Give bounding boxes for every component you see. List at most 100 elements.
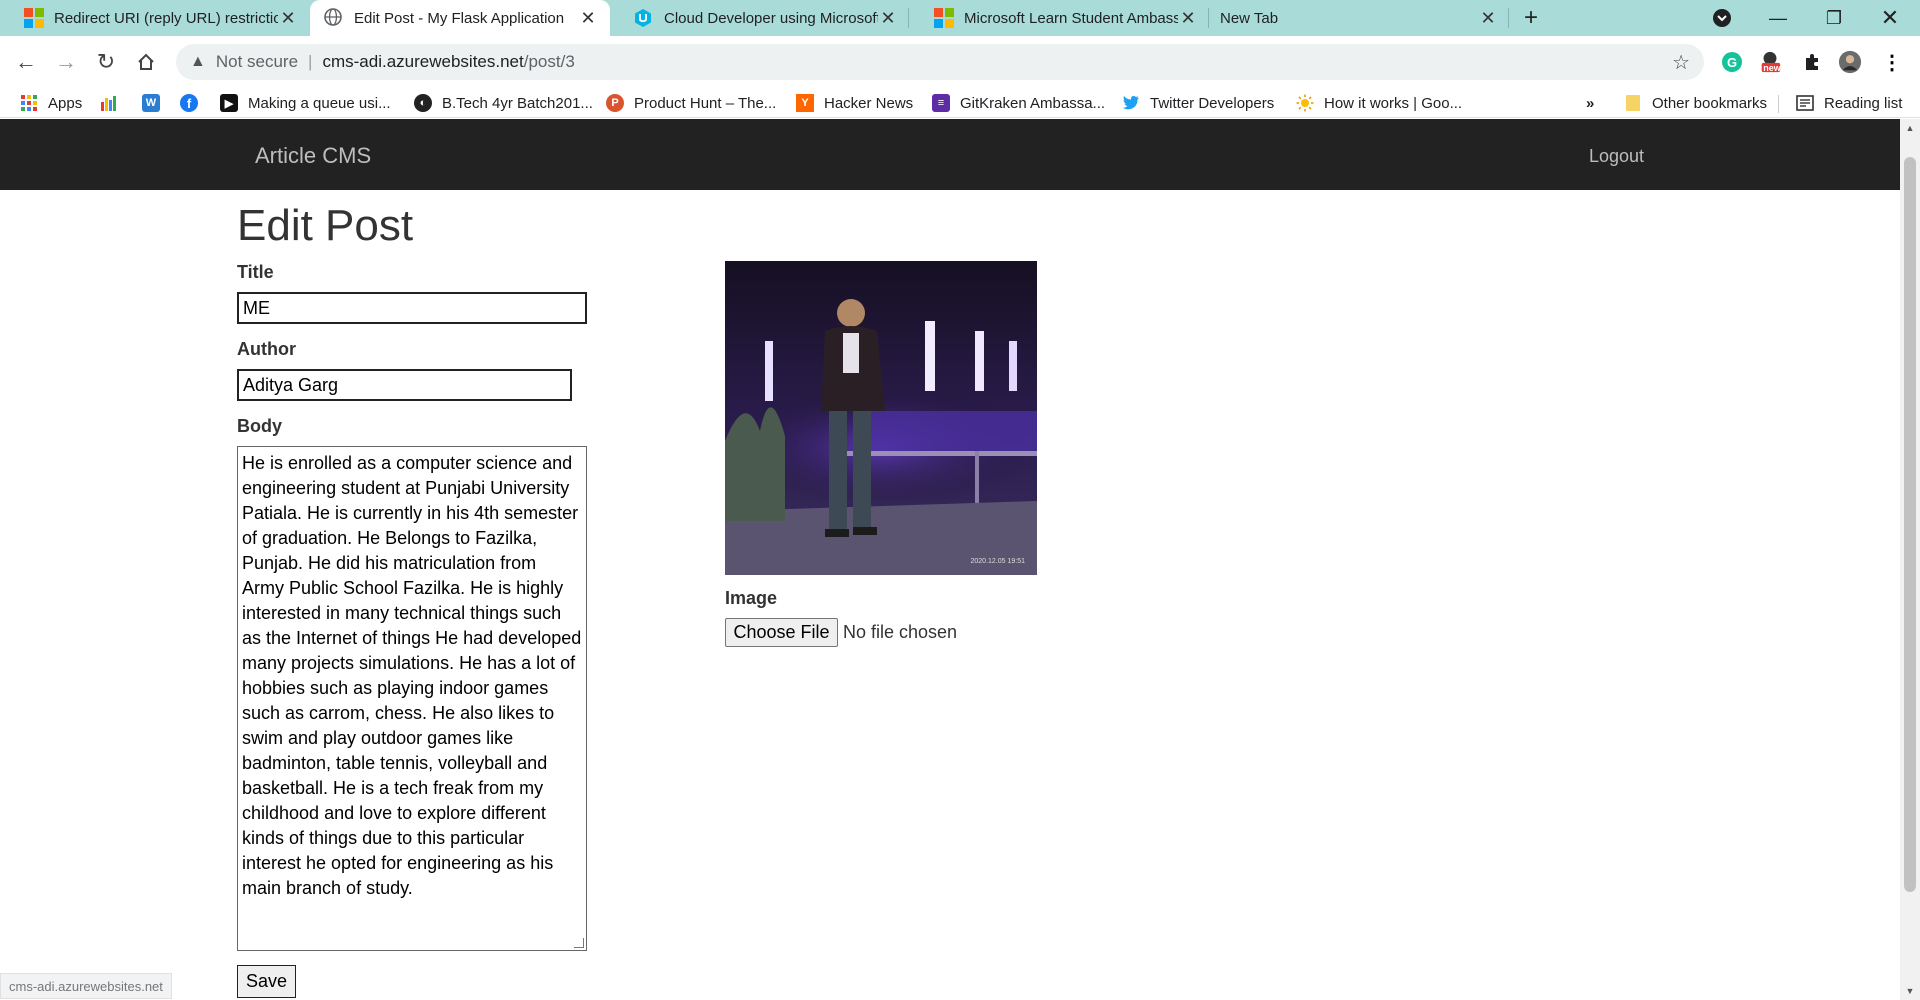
status-bubble: cms-adi.azurewebsites.net [0,973,172,999]
bookmark-label: Twitter Developers [1150,94,1275,112]
bookmark-label: Apps [48,94,83,112]
product-hunt-icon: P [606,94,624,112]
tab-search-icon[interactable] [1696,0,1748,36]
choose-file-button[interactable]: Choose File [725,618,838,647]
cursor-bookmark-icon: ▶ [220,94,238,112]
gitkraken-icon: ≡ [932,94,950,112]
bookmark-queue[interactable]: ▶ Making a queue usi... [220,92,391,114]
forward-arrow-icon[interactable]: → [52,48,80,76]
bookmarks-divider [1778,95,1779,113]
reading-list[interactable]: Reading list [1796,92,1902,114]
body-textarea[interactable]: He is enrolled as a computer science and… [237,446,587,951]
page-scrollbar[interactable]: ▲ ▼ [1900,119,1920,1000]
bookmark-product-hunt[interactable]: P Product Hunt – The... [606,92,776,114]
author-input[interactable] [237,369,572,401]
image-label: Image [725,588,778,608]
warning-icon[interactable]: ▲ [190,53,206,71]
bookmark-chart[interactable] [100,92,128,114]
bookmark-label: Making a queue usi... [248,94,391,112]
folder-icon [1624,94,1642,112]
home-icon[interactable] [132,48,160,76]
globe-icon [324,8,344,28]
twitter-icon [1122,94,1140,112]
resize-grip-icon[interactable] [574,938,584,948]
chart-bookmark-icon [100,94,118,112]
tab-title: New Tab [1220,9,1279,27]
tab-redirect-uri[interactable]: Redirect URI (reply URL) restrictio ✕ [0,0,310,36]
bookmark-hacker-news[interactable]: Y Hacker News [796,92,913,114]
title-input[interactable] [237,292,587,324]
bookmark-btech[interactable]: ◐ B.Tech 4yr Batch201... [414,92,593,114]
bookmark-label: Hacker News [824,94,914,112]
url-path[interactable]: /post/3 [524,52,575,72]
minimize-icon[interactable]: — [1752,0,1804,36]
close-tab-icon[interactable]: ✕ [278,8,298,29]
bookmark-gitkraken[interactable]: ≡ GitKraken Ambassa... [932,92,1105,114]
tab-title: Redirect URI (reply URL) restrictio [54,9,278,27]
close-tab-icon[interactable]: ✕ [878,8,898,29]
page-content: Article CMS Logout Edit Post Title Autho… [0,119,1900,1000]
tab-edit-post[interactable]: Edit Post - My Flask Application ✕ [310,0,610,36]
udacity-icon [634,8,654,28]
tab-mlsa[interactable]: Microsoft Learn Student Ambass ✕ [910,0,1210,36]
bookmark-label: GitKraken Ambassa... [960,94,1106,112]
bookmark-star-icon[interactable]: ☆ [1672,50,1690,75]
close-window-icon[interactable]: ✕ [1864,0,1916,36]
reading-list-icon [1796,94,1814,112]
file-status: No file chosen [843,622,958,642]
extensions-puzzle-icon[interactable] [1800,50,1824,74]
bookmark-twitter[interactable]: Twitter Developers [1122,92,1274,114]
tab-separator [908,8,909,28]
bookmark-w[interactable]: W [142,92,170,114]
tab-cloud-developer[interactable]: Cloud Developer using Microsoft ✕ [610,0,910,36]
other-bookmarks-label: Other bookmarks [1652,94,1768,112]
bookmarks-overflow-button[interactable]: » [1586,92,1594,114]
scroll-thumb[interactable] [1904,157,1916,892]
security-label[interactable]: Not secure [216,52,298,72]
microsoft-icon [24,8,44,28]
bookmark-facebook[interactable]: f [180,92,208,114]
photo-timestamp: 2020.12.05 19:51 [971,558,1026,565]
other-bookmarks[interactable]: Other bookmarks [1624,92,1767,114]
close-tab-icon[interactable]: ✕ [1478,8,1498,29]
extension-new-icon[interactable]: new [1758,50,1782,74]
bookmark-apps[interactable]: Apps [20,92,82,114]
scroll-down-icon[interactable]: ▼ [1900,982,1920,1000]
body-label: Body [237,416,282,436]
address-bar[interactable]: ▲ Not secure | cms-adi.azurewebsites.net… [176,44,1704,80]
author-label: Author [237,339,296,359]
menu-kebab-icon[interactable]: ⋮ [1880,50,1904,74]
tab-separator [1208,8,1209,28]
tab-title: Microsoft Learn Student Ambass [964,9,1178,27]
facebook-icon: f [180,94,198,112]
close-tab-icon[interactable]: ✕ [1178,8,1198,29]
scroll-up-icon[interactable]: ▲ [1900,119,1920,137]
browser-toolbar: ← → ↻ ▲ Not secure | cms-adi.azurewebsit… [0,36,1920,88]
bookmark-how-it-works[interactable]: How it works | Goo... [1296,92,1462,114]
url-host[interactable]: cms-adi.azurewebsites.net [322,52,523,72]
close-tab-icon[interactable]: ✕ [578,8,598,29]
app-brand-link[interactable]: Article CMS [255,143,371,169]
bookmark-label: Product Hunt – The... [634,94,777,112]
profile-avatar[interactable] [1838,50,1862,74]
tab-title: Edit Post - My Flask Application [354,9,565,27]
logout-link[interactable]: Logout [1589,146,1644,167]
grammarly-icon[interactable]: G [1720,50,1744,74]
body-text: He is enrolled as a computer science and… [242,453,582,898]
apps-grid-icon [20,94,38,112]
dark-globe-icon: ◐ [414,94,432,112]
new-tab-button[interactable]: + [1505,0,1557,36]
bookmark-label: B.Tech 4yr Batch201... [442,94,593,112]
svg-text:G: G [1727,55,1737,70]
restore-icon[interactable]: ❐ [1808,0,1860,36]
app-navbar: Article CMS Logout [0,119,1900,190]
bookmark-label: How it works | Goo... [1324,94,1463,112]
reload-icon[interactable]: ↻ [92,48,120,76]
bookmarks-bar: Apps W f ▶ Making a queue usi... ◐ B.Tec… [0,88,1920,118]
back-arrow-icon[interactable]: ← [12,48,40,76]
tab-new-tab[interactable]: New Tab ✕ [1210,0,1510,36]
save-button[interactable]: Save [237,965,296,998]
tab-title: Cloud Developer using Microsoft [664,9,878,27]
tab-strip: Redirect URI (reply URL) restrictio ✕ Ed… [0,0,1920,36]
hacker-news-icon: Y [796,94,814,112]
